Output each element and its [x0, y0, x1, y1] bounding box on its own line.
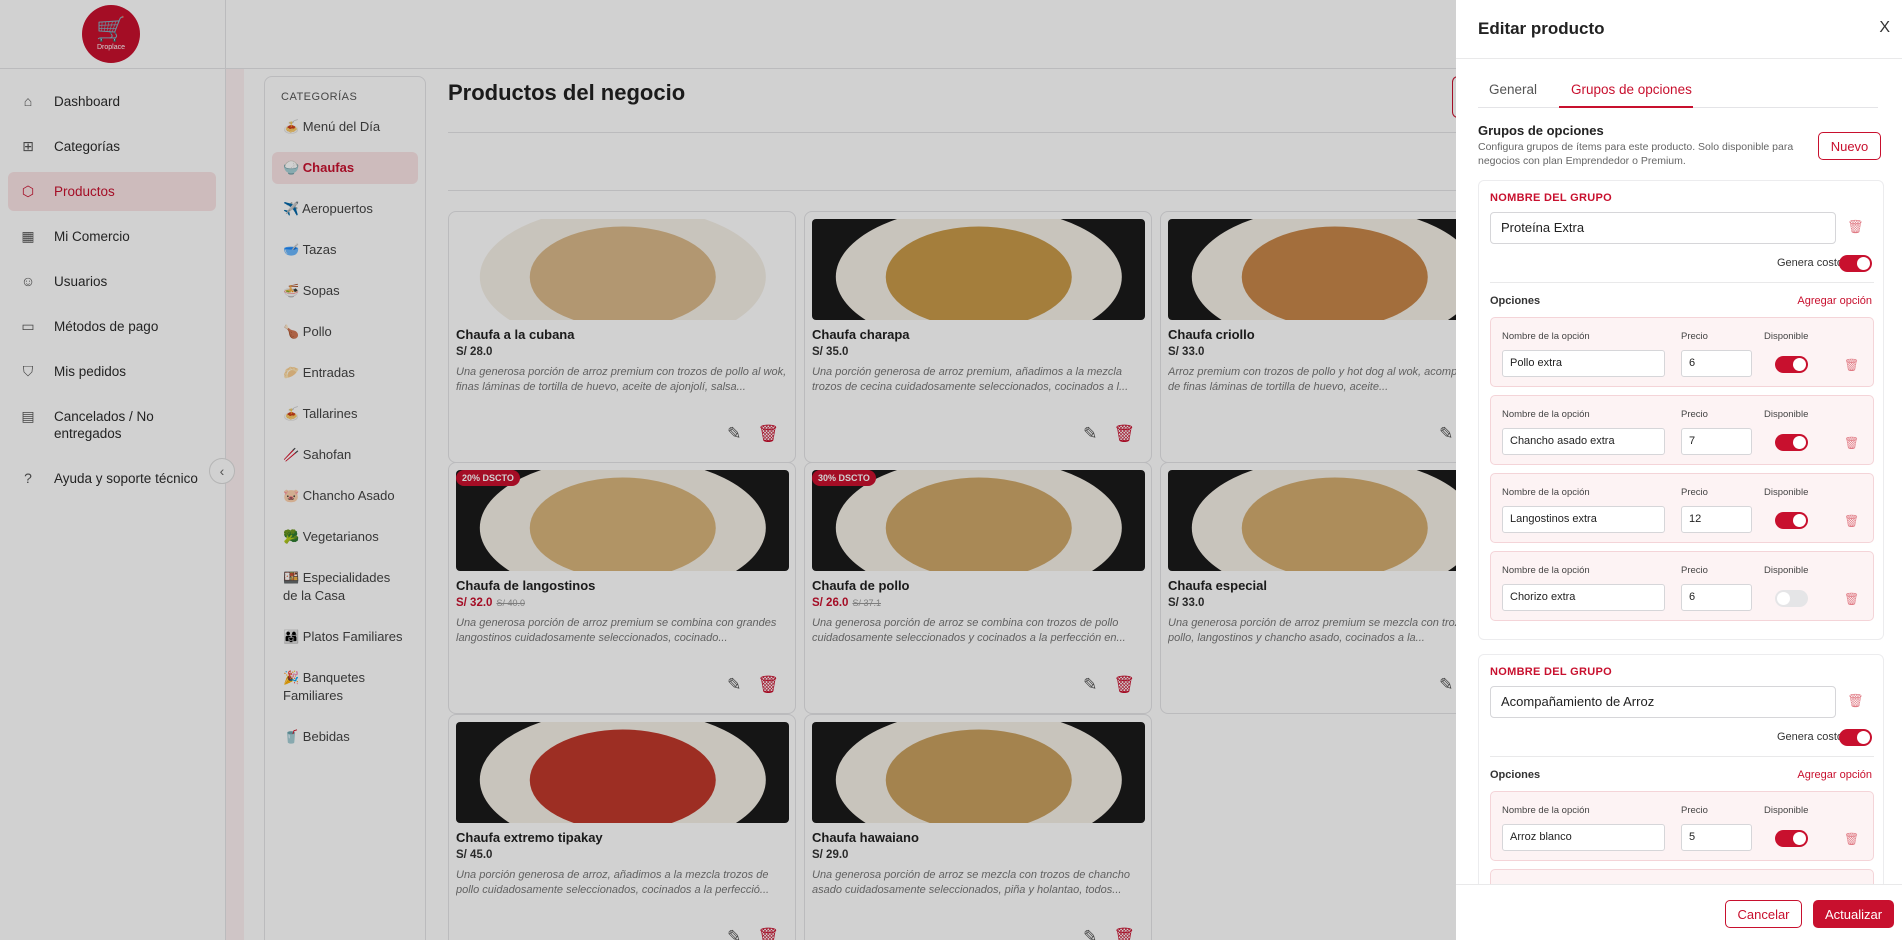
cost-toggle[interactable]: [1839, 255, 1872, 272]
availability-toggle-wrap: [1775, 830, 1808, 847]
drawer-footer: Cancelar Actualizar: [1456, 884, 1902, 940]
option-row: Nombre de la opción Precio Disponible Pollo…: [1490, 317, 1874, 387]
tab-option-groups[interactable]: Grupos de opciones: [1571, 82, 1692, 97]
option-name-label: Nombre de la opción: [1502, 331, 1590, 342]
cost-toggle-label: Genera costo: [1776, 257, 1843, 269]
drawer-title: Editar producto: [1478, 19, 1605, 38]
option-row: Nombre de la opciónPrecioDisponible🗑: [1490, 869, 1874, 884]
availability-toggle-wrap: [1775, 590, 1808, 607]
cost-toggle-wrap: [1839, 729, 1872, 746]
options-label: Opciones: [1490, 295, 1541, 307]
group-divider: [1490, 756, 1874, 757]
app-root: 🛒 Droplace ⌂ Dashboard ⊞ Categorías ⬡ Product…: [0, 0, 1902, 940]
delete-option-trash-icon[interactable]: 🗑: [1844, 358, 1859, 372]
availability-toggle-wrap: [1775, 434, 1808, 451]
option-available-label: Disponible: [1764, 487, 1809, 498]
delete-option-trash-icon[interactable]: 🗑: [1844, 436, 1859, 450]
update-button[interactable]: Actualizar: [1813, 900, 1894, 928]
modal-overlay[interactable]: [0, 0, 1456, 940]
availability-toggle[interactable]: [1775, 512, 1808, 529]
option-groups-list: NOMBRE DEL GRUPO Proteína Extra 🗑 Genera co…: [1456, 180, 1902, 884]
option-price-input[interactable]: 6: [1681, 584, 1752, 611]
option-row: Nombre de la opción Precio Disponible Chori…: [1490, 551, 1874, 621]
availability-toggle[interactable]: [1775, 830, 1808, 847]
option-available-label: Disponible: [1764, 805, 1809, 816]
section-description: Configura grupos de ítems para este prod…: [1478, 141, 1794, 167]
option-price-label: Precio: [1681, 565, 1708, 576]
availability-toggle-wrap: [1775, 512, 1808, 529]
new-group-button[interactable]: Nuevo: [1818, 132, 1881, 160]
options-label: Opciones: [1490, 769, 1541, 781]
option-group: NOMBRE DEL GRUPO Acompañamiento de Arroz 🗑…: [1478, 654, 1884, 884]
option-row: Nombre de la opción Precio Disponible Chanc…: [1490, 395, 1874, 465]
cost-toggle-wrap: [1839, 255, 1872, 272]
availability-toggle[interactable]: [1775, 590, 1808, 607]
close-button[interactable]: X: [1879, 19, 1890, 37]
group-name-input[interactable]: Proteína Extra: [1490, 212, 1836, 244]
delete-group-trash-icon[interactable]: 🗑: [1847, 219, 1864, 235]
option-name-label: Nombre de la opción: [1502, 409, 1590, 420]
drawer-tabs: General Grupos de opciones: [1478, 80, 1878, 108]
option-price-input[interactable]: 12: [1681, 506, 1752, 533]
group-name-label: NOMBRE DEL GRUPO: [1490, 666, 1612, 678]
option-row: Nombre de la opción Precio Disponible Arroz…: [1490, 791, 1874, 861]
option-price-label: Precio: [1681, 487, 1708, 498]
delete-option-trash-icon[interactable]: 🗑: [1844, 592, 1859, 606]
option-name-input[interactable]: Arroz blanco: [1502, 824, 1665, 851]
availability-toggle[interactable]: [1775, 356, 1808, 373]
option-group: NOMBRE DEL GRUPO Proteína Extra 🗑 Genera co…: [1478, 180, 1884, 640]
option-price-input[interactable]: 5: [1681, 824, 1752, 851]
option-name-label: Nombre de la opción: [1502, 805, 1590, 816]
group-name-input[interactable]: Acompañamiento de Arroz: [1490, 686, 1836, 718]
option-available-label: Disponible: [1764, 565, 1809, 576]
option-row: Nombre de la opción Precio Disponible Lango…: [1490, 473, 1874, 543]
option-name-input[interactable]: Pollo extra: [1502, 350, 1665, 377]
option-name-input[interactable]: Chorizo extra: [1502, 584, 1665, 611]
cost-toggle[interactable]: [1839, 729, 1872, 746]
option-price-input[interactable]: 7: [1681, 428, 1752, 455]
group-divider: [1490, 282, 1874, 283]
tab-general[interactable]: General: [1489, 82, 1537, 97]
delete-option-trash-icon[interactable]: 🗑: [1844, 832, 1859, 846]
drawer-header-divider: [1456, 58, 1902, 59]
active-tab-indicator: [1559, 106, 1693, 108]
option-name-input[interactable]: Chancho asado extra: [1502, 428, 1665, 455]
cancel-button[interactable]: Cancelar: [1725, 900, 1802, 928]
add-option-link[interactable]: Agregar opción: [1797, 769, 1872, 781]
option-price-label: Precio: [1681, 331, 1708, 342]
group-name-label: NOMBRE DEL GRUPO: [1490, 192, 1612, 204]
add-option-link[interactable]: Agregar opción: [1797, 295, 1872, 307]
option-price-label: Precio: [1681, 409, 1708, 420]
option-available-label: Disponible: [1764, 409, 1809, 420]
cost-toggle-label: Genera costo: [1776, 731, 1843, 743]
availability-toggle-wrap: [1775, 356, 1808, 373]
edit-product-drawer: Editar producto X General Grupos de opci…: [1456, 0, 1902, 940]
delete-option-trash-icon[interactable]: 🗑: [1844, 514, 1859, 528]
delete-group-trash-icon[interactable]: 🗑: [1847, 693, 1864, 709]
option-available-label: Disponible: [1764, 331, 1809, 342]
option-name-input[interactable]: Langostinos extra: [1502, 506, 1665, 533]
option-name-label: Nombre de la opción: [1502, 565, 1590, 576]
option-price-input[interactable]: 6: [1681, 350, 1752, 377]
availability-toggle[interactable]: [1775, 434, 1808, 451]
section-title: Grupos de opciones: [1478, 123, 1604, 138]
option-price-label: Precio: [1681, 805, 1708, 816]
option-name-label: Nombre de la opción: [1502, 487, 1590, 498]
